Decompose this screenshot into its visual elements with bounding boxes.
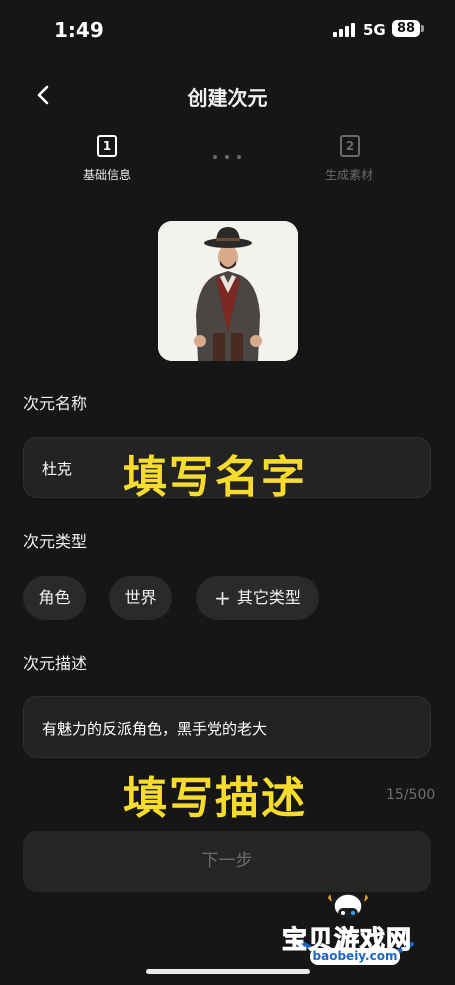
- description-input-value: 有魅力的反派角色，黑手党的老大: [42, 720, 268, 738]
- network-type: 5G: [363, 21, 386, 39]
- character-avatar[interactable]: [158, 221, 298, 361]
- type-chip-character[interactable]: 角色: [23, 576, 86, 620]
- next-step-button[interactable]: 下一步: [23, 831, 431, 892]
- type-chip-other[interactable]: + 其它类型: [196, 576, 319, 620]
- type-chip-world[interactable]: 世界: [109, 576, 172, 620]
- name-section-label: 次元名称: [23, 394, 88, 413]
- battery-tip: [421, 25, 424, 32]
- fill-name-annotation: 填写名字: [123, 452, 307, 503]
- battery-icon: 88: [392, 20, 420, 37]
- page-title: 创建次元: [187, 86, 268, 110]
- step-progress-dots: [213, 155, 243, 159]
- step-1-label: 基础信息: [83, 168, 132, 182]
- character-counter: 15/500: [386, 787, 436, 803]
- watermark-url: baobeiy.com: [310, 948, 400, 965]
- plus-icon: +: [214, 586, 231, 610]
- step-2-icon: 2: [340, 135, 360, 157]
- cellular-signal-icon: [333, 23, 357, 37]
- type-chip-other-label: 其它类型: [236, 588, 301, 607]
- step-2-label: 生成素材: [325, 168, 374, 182]
- description-section-label: 次元描述: [23, 654, 88, 673]
- step-1-icon: 1: [97, 135, 117, 157]
- type-section-label: 次元类型: [23, 532, 88, 551]
- description-input[interactable]: 有魅力的反派角色，黑手党的老大: [23, 696, 431, 758]
- home-indicator[interactable]: [146, 969, 310, 974]
- fill-description-annotation: 填写描述: [123, 773, 307, 824]
- character-portrait-image: [158, 221, 298, 361]
- status-time: 1:49: [54, 18, 104, 42]
- name-input-value: 杜克: [42, 460, 73, 478]
